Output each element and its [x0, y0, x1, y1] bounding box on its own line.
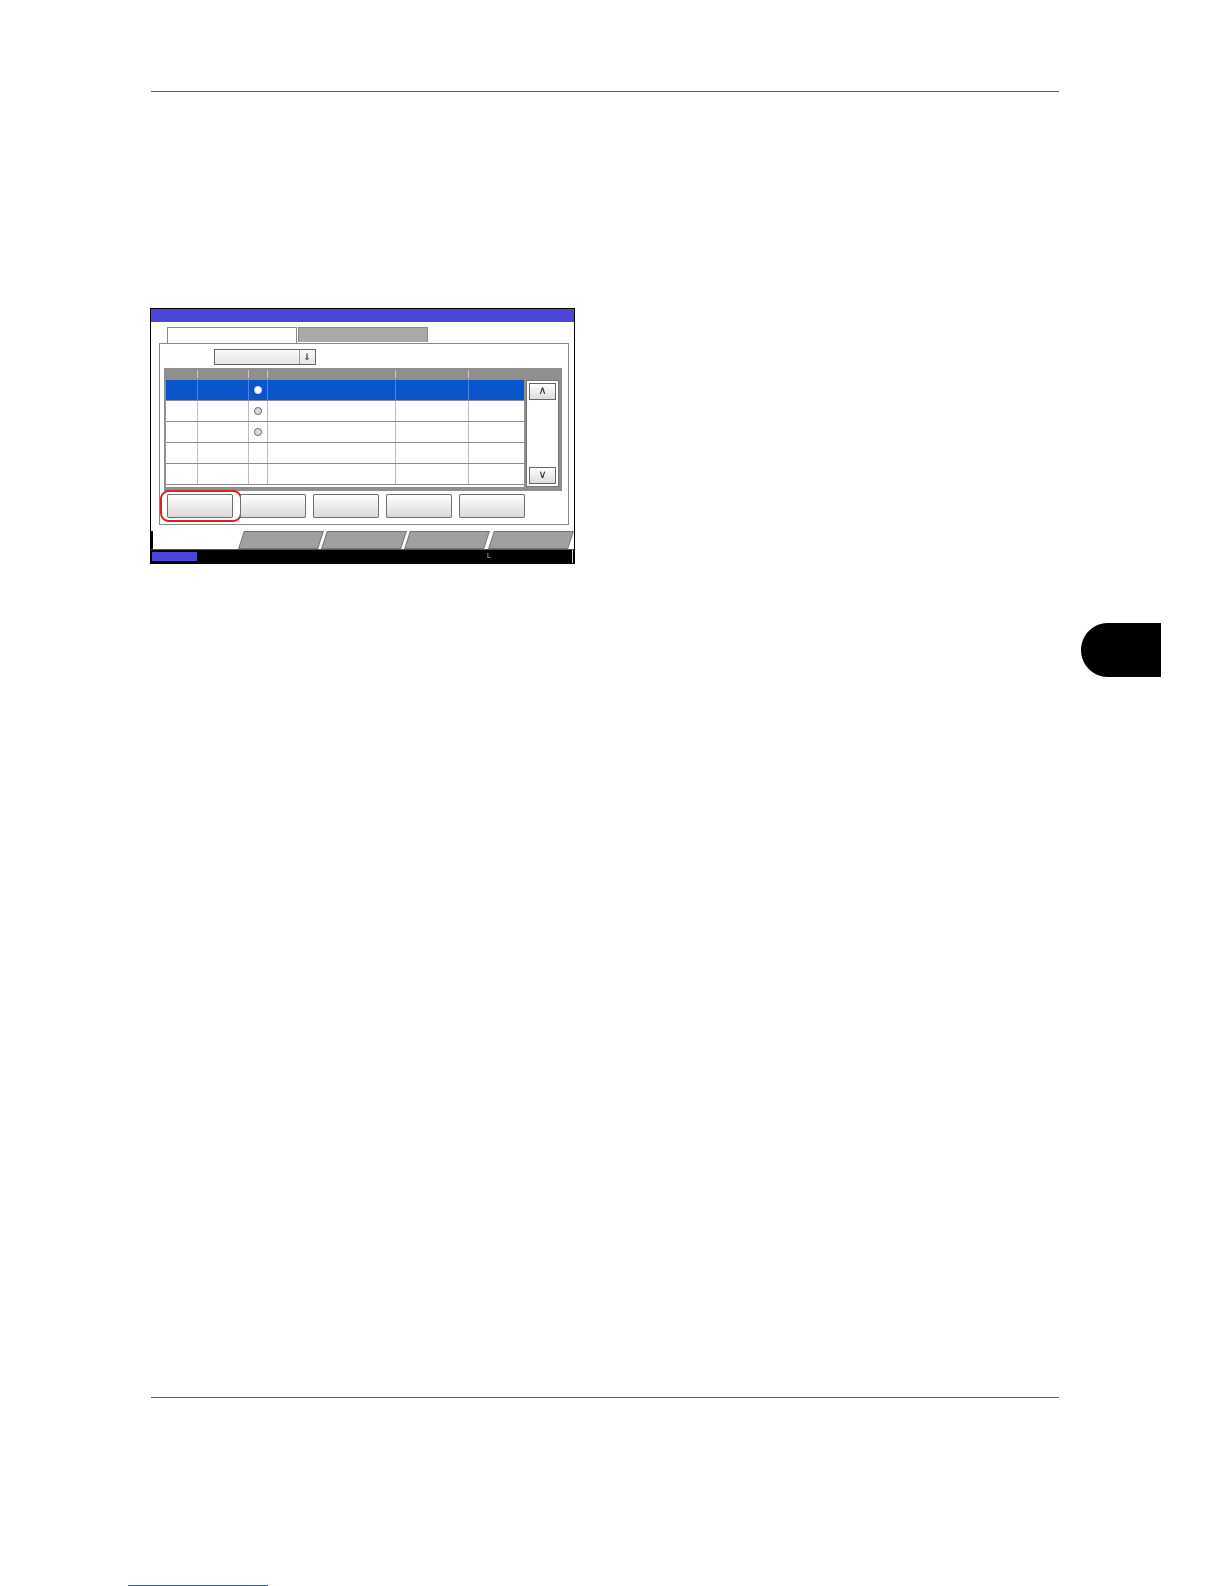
table-cell — [249, 443, 268, 463]
status-edge — [572, 550, 573, 563]
table-cell — [198, 464, 249, 484]
table-row[interactable] — [166, 380, 524, 401]
table-cell — [396, 464, 469, 484]
screen-title-bar — [151, 309, 574, 322]
table-cell — [166, 401, 198, 421]
table-cell — [166, 380, 198, 400]
action-button-2[interactable] — [240, 494, 306, 518]
screen-edge — [151, 531, 153, 551]
table-cell — [268, 401, 396, 421]
column-separator — [267, 370, 268, 378]
table-cell — [166, 422, 198, 442]
chapter-tab-marker — [1081, 623, 1161, 677]
bottom-tab-2[interactable] — [321, 531, 407, 549]
table-cell — [396, 380, 469, 400]
table-cell — [268, 443, 396, 463]
table-cell — [198, 380, 249, 400]
column-separator — [248, 370, 249, 378]
scroll-up-button[interactable]: ∧ — [529, 383, 556, 400]
table-cell — [396, 422, 469, 442]
job-list: ∧ ∨ — [164, 368, 562, 491]
bottom-tab-4[interactable] — [488, 531, 574, 549]
column-separator — [197, 370, 198, 378]
table-cell — [268, 464, 396, 484]
status-indicator — [152, 552, 197, 561]
table-cell — [396, 401, 469, 421]
double-chevron-down-icon: ⇓ — [299, 350, 314, 364]
column-separator — [395, 370, 396, 378]
scroll-down-button[interactable]: ∨ — [529, 467, 556, 484]
bottom-tab-1[interactable] — [238, 531, 324, 549]
action-button-1[interactable] — [160, 490, 242, 522]
table-cell — [198, 443, 249, 463]
column-separator — [468, 370, 469, 378]
header-rule — [151, 91, 1059, 92]
table-cell — [166, 443, 198, 463]
device-screen: ⇓ ∧ ∨ L — [150, 308, 575, 564]
tab-job-status[interactable] — [167, 327, 297, 344]
action-button-4[interactable] — [386, 494, 452, 518]
job-list-header — [166, 369, 524, 379]
job-status-icon — [254, 407, 262, 415]
footer-rule — [151, 1397, 1059, 1398]
table-cell — [166, 464, 198, 484]
table-cell — [268, 380, 396, 400]
action-button-5[interactable] — [459, 494, 525, 518]
highlight-ring — [160, 490, 242, 522]
job-status-icon — [254, 428, 262, 436]
table-row[interactable] — [166, 443, 524, 464]
action-button-3[interactable] — [313, 494, 379, 518]
table-row[interactable] — [166, 401, 524, 422]
status-mark: L — [487, 553, 491, 560]
status-bar: L — [151, 550, 574, 563]
table-cell — [249, 464, 268, 484]
table-cell — [396, 443, 469, 463]
bottom-tab-3[interactable] — [404, 531, 490, 549]
table-cell — [198, 422, 249, 442]
sort-dropdown[interactable]: ⇓ — [214, 349, 316, 365]
table-cell — [268, 422, 396, 442]
chevron-up-icon: ∧ — [538, 385, 547, 397]
job-list-panel: ⇓ ∧ ∨ — [159, 343, 569, 525]
tab-secondary[interactable] — [298, 327, 428, 342]
chevron-down-icon: ∨ — [538, 469, 547, 481]
table-row[interactable] — [166, 422, 524, 443]
table-row[interactable] — [166, 464, 524, 485]
job-list-scrollbar[interactable]: ∧ ∨ — [526, 380, 559, 487]
table-cell — [198, 401, 249, 421]
job-status-icon — [254, 386, 262, 394]
job-list-body — [166, 380, 524, 487]
